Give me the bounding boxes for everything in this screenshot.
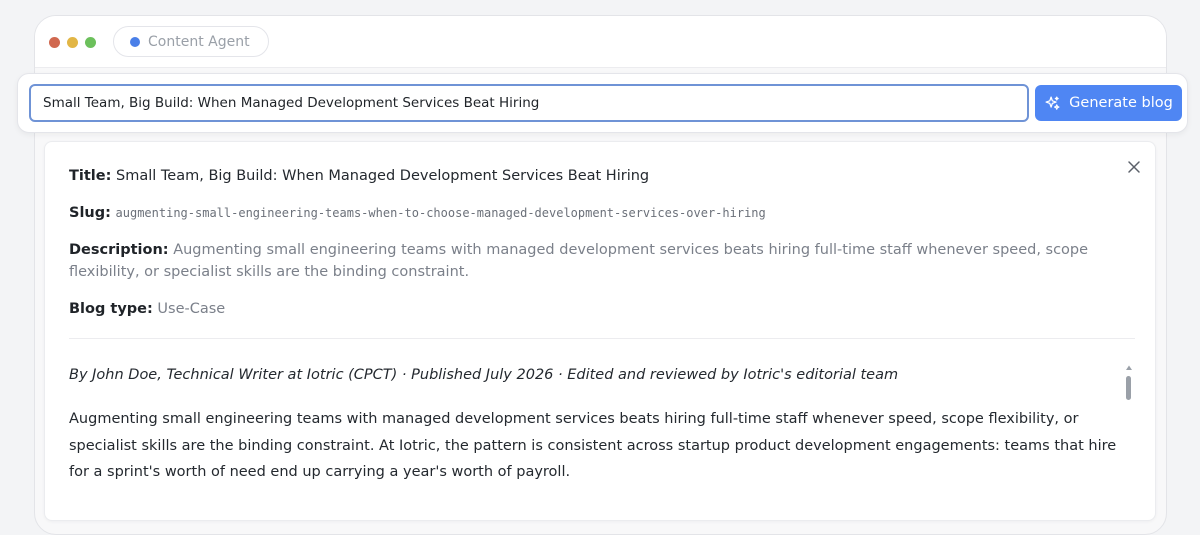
blog-type-row: Blog type: Use-Case bbox=[69, 298, 1129, 320]
status-dot-icon bbox=[130, 36, 140, 47]
scroll-up-arrow-icon[interactable] bbox=[1125, 357, 1133, 370]
agent-tab[interactable]: Content Agent bbox=[113, 26, 269, 57]
divider bbox=[69, 338, 1135, 339]
description-value: Augmenting small engineering teams with … bbox=[69, 242, 1089, 280]
blog-result-card: Title: Small Team, Big Build: When Manag… bbox=[44, 141, 1156, 521]
slug-value: augmenting-small-engineering-teams-when-… bbox=[115, 206, 766, 220]
blog-type-value: Use-Case bbox=[157, 301, 226, 317]
scrollbar-thumb[interactable] bbox=[1126, 376, 1131, 400]
title-label: Title: bbox=[69, 168, 112, 184]
sparkle-icon bbox=[1044, 95, 1061, 112]
composer-bar: Generate blog bbox=[17, 73, 1188, 133]
agent-tab-label: Content Agent bbox=[148, 33, 250, 50]
generate-blog-button[interactable]: Generate blog bbox=[1035, 85, 1182, 121]
slug-label: Slug: bbox=[69, 205, 111, 221]
description-row: Description: Augmenting small engineerin… bbox=[69, 239, 1129, 283]
blog-body[interactable]: By John Doe, Technical Writer at Iotric … bbox=[69, 356, 1119, 526]
close-window-dot[interactable] bbox=[49, 37, 60, 48]
title-row: Title: Small Team, Big Build: When Manag… bbox=[69, 165, 1129, 187]
slug-row: Slug: augmenting-small-engineering-teams… bbox=[69, 202, 1129, 224]
blog-type-label: Blog type: bbox=[69, 301, 153, 317]
minimize-window-dot[interactable] bbox=[67, 37, 78, 48]
description-label: Description: bbox=[69, 242, 169, 258]
byline: By John Doe, Technical Writer at Iotric … bbox=[69, 367, 899, 383]
title-value: Small Team, Big Build: When Managed Deve… bbox=[116, 168, 650, 184]
generate-blog-label: Generate blog bbox=[1069, 95, 1173, 111]
maximize-window-dot[interactable] bbox=[85, 37, 96, 48]
title-bar: Content Agent bbox=[35, 16, 1166, 68]
body-paragraph: Augmenting small engineering teams with … bbox=[69, 411, 1117, 480]
topic-input[interactable] bbox=[29, 84, 1029, 122]
